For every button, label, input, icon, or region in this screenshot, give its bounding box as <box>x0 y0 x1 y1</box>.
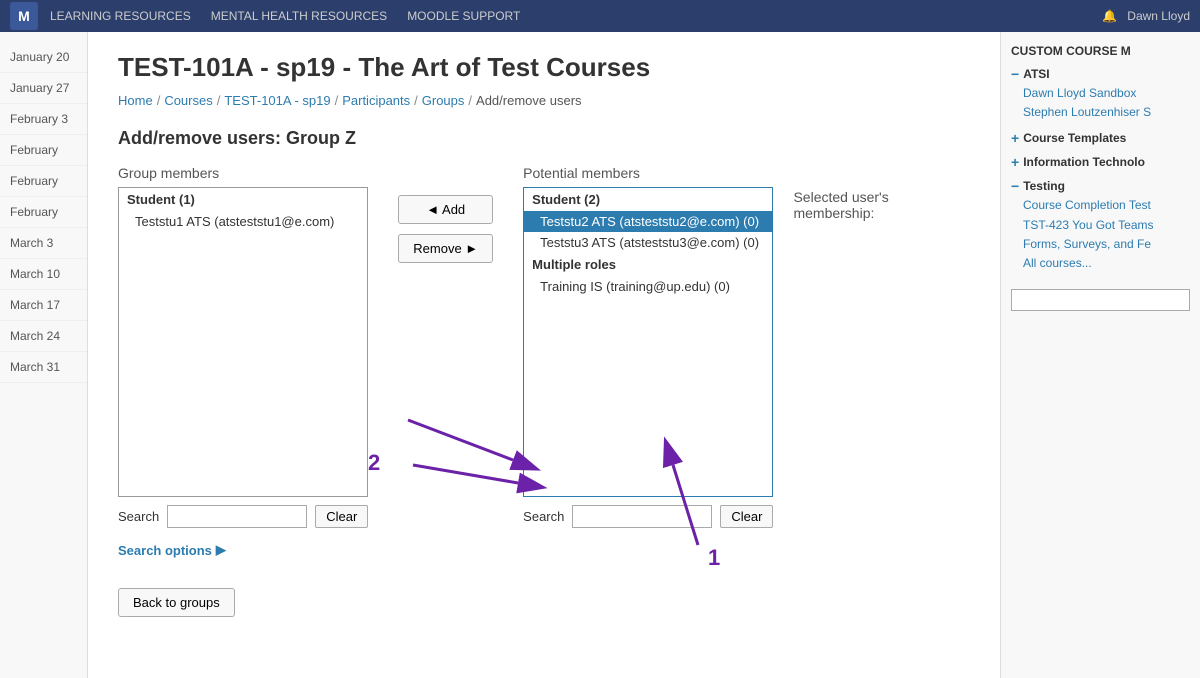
search-right-input[interactable] <box>572 505 712 528</box>
breadcrumb-participants[interactable]: Participants <box>342 93 410 108</box>
search-right-row: Search Clear <box>523 505 773 528</box>
sidebar-item-feb2[interactable]: February <box>0 166 87 197</box>
breadcrumb-groups[interactable]: Groups <box>422 93 465 108</box>
atsi-section-name: − ATSI <box>1011 66 1190 82</box>
action-buttons: ◄ Add Remove ► <box>388 195 503 263</box>
it-label: Information Technolo <box>1023 155 1145 169</box>
nav-moodle-support[interactable]: MOODLE SUPPORT <box>407 9 520 23</box>
search-options-link[interactable]: Search options ▶ <box>118 542 226 558</box>
annotation-2: 2 <box>368 450 380 475</box>
nav-learning-resources[interactable]: LEARNING RESOURCES <box>50 9 191 23</box>
testing-label: Testing <box>1023 179 1065 193</box>
group-members-list[interactable]: Student (1) Teststu1 ATS (atsteststu1@e.… <box>118 187 368 497</box>
search-left-input[interactable] <box>167 505 307 528</box>
potential-members-list[interactable]: Student (2) Teststu2 ATS (atsteststu2@e.… <box>523 187 773 497</box>
user-name[interactable]: Dawn Lloyd <box>1127 9 1190 23</box>
selected-membership-label: Selected user's membership: <box>793 189 973 221</box>
potential-members-label: Potential members <box>523 165 773 181</box>
right-sidebar-search-input[interactable] <box>1011 289 1190 311</box>
sidebar-item-jan27[interactable]: January 27 <box>0 73 87 104</box>
templates-section-name: + Course Templates <box>1011 130 1190 146</box>
testing-link-1[interactable]: TST-423 You Got Teams <box>1011 216 1190 235</box>
breadcrumb: Home / Courses / TEST-101A - sp19 / Part… <box>118 93 970 108</box>
nav-items: LEARNING RESOURCES MENTAL HEALTH RESOURC… <box>50 9 520 23</box>
breadcrumb-sep1: / <box>157 93 161 108</box>
annotation-1: 1 <box>708 545 720 565</box>
breadcrumb-courses[interactable]: Courses <box>164 93 212 108</box>
potential-member-0[interactable]: Teststu2 ATS (atsteststu2@e.com) (0) <box>524 211 772 232</box>
back-to-groups-button[interactable]: Back to groups <box>118 588 235 617</box>
sidebar-item-mar3[interactable]: March 3 <box>0 228 87 259</box>
clear-right-button[interactable]: Clear <box>720 505 773 528</box>
breadcrumb-home[interactable]: Home <box>118 93 153 108</box>
templates-toggle[interactable]: + <box>1011 130 1019 146</box>
group-members-label: Group members <box>118 165 368 181</box>
sidebar-item-feb3b[interactable]: February <box>0 197 87 228</box>
search-options-label: Search options <box>118 543 212 558</box>
logo: M <box>10 2 38 30</box>
clear-left-button[interactable]: Clear <box>315 505 368 528</box>
sidebar-item-mar10[interactable]: March 10 <box>0 259 87 290</box>
testing-link-2[interactable]: Forms, Surveys, and Fe <box>1011 235 1190 254</box>
logo-text: M <box>18 8 30 24</box>
multiple-roles-label: Multiple roles <box>524 253 772 276</box>
atsi-label: ATSI <box>1023 67 1049 81</box>
testing-section-name: − Testing <box>1011 178 1190 194</box>
atsi-link-1[interactable]: Stephen Loutzenhiser S <box>1011 103 1190 122</box>
search-left-row: Search Clear <box>118 505 368 528</box>
left-sidebar: January 20 January 27 February 3 Februar… <box>0 32 88 678</box>
bell-icon[interactable]: 🔔 <box>1102 9 1117 23</box>
groups-area: Group members Student (1) Teststu1 ATS (… <box>118 165 970 558</box>
page-wrapper: January 20 January 27 February 3 Februar… <box>0 0 1200 678</box>
right-sidebar: CUSTOM COURSE M − ATSI Dawn Lloyd Sandbo… <box>1000 32 1200 678</box>
right-sidebar-section-testing: − Testing Course Completion Test TST-423… <box>1011 178 1190 273</box>
search-right-label: Search <box>523 509 564 524</box>
it-section-name: + Information Technolo <box>1011 154 1190 170</box>
group-members-group-label: Student (1) <box>119 188 367 211</box>
testing-link-3[interactable]: All courses... <box>1011 254 1190 273</box>
potential-members-box: Potential members Student (2) Teststu2 A… <box>523 165 773 528</box>
testing-link-0[interactable]: Course Completion Test <box>1011 196 1190 215</box>
templates-label: Course Templates <box>1023 131 1126 145</box>
selected-membership: Selected user's membership: <box>793 165 973 229</box>
breadcrumb-sep5: / <box>468 93 472 108</box>
search-left-label: Search <box>118 509 159 524</box>
sidebar-item-mar31[interactable]: March 31 <box>0 352 87 383</box>
page-title: TEST-101A - sp19 - The Art of Test Cours… <box>118 52 970 83</box>
main-content: TEST-101A - sp19 - The Art of Test Cours… <box>88 32 1000 678</box>
right-sidebar-section-it: + Information Technolo <box>1011 154 1190 170</box>
right-sidebar-heading: CUSTOM COURSE M <box>1011 44 1190 58</box>
breadcrumb-current: Add/remove users <box>476 93 582 108</box>
right-sidebar-section-atsi: − ATSI Dawn Lloyd Sandbox Stephen Loutze… <box>1011 66 1190 122</box>
remove-button[interactable]: Remove ► <box>398 234 493 263</box>
breadcrumb-course[interactable]: TEST-101A - sp19 <box>224 93 330 108</box>
potential-member-multiple-0[interactable]: Training IS (training@up.edu) (0) <box>524 276 772 297</box>
breadcrumb-sep3: / <box>335 93 339 108</box>
breadcrumb-sep2: / <box>217 93 221 108</box>
potential-student-label: Student (2) <box>524 188 772 211</box>
sidebar-item-mar17[interactable]: March 17 <box>0 290 87 321</box>
sidebar-item-jan20[interactable]: January 20 <box>0 42 87 73</box>
chevron-right-icon: ▶ <box>216 542 226 558</box>
add-button[interactable]: ◄ Add <box>398 195 493 224</box>
nav-mental-health[interactable]: MENTAL HEALTH RESOURCES <box>211 9 387 23</box>
atsi-toggle[interactable]: − <box>1011 66 1019 82</box>
group-member-0[interactable]: Teststu1 ATS (atsteststu1@e.com) <box>119 211 367 232</box>
top-nav: M LEARNING RESOURCES MENTAL HEALTH RESOU… <box>0 0 1200 32</box>
user-area: 🔔 Dawn Lloyd <box>1102 9 1190 23</box>
group-members-box: Group members Student (1) Teststu1 ATS (… <box>118 165 368 558</box>
right-sidebar-section-templates: + Course Templates <box>1011 130 1190 146</box>
atsi-link-0[interactable]: Dawn Lloyd Sandbox <box>1011 84 1190 103</box>
sidebar-item-feb3[interactable]: February 3 <box>0 104 87 135</box>
section-title: Add/remove users: Group Z <box>118 128 970 149</box>
breadcrumb-sep4: / <box>414 93 418 108</box>
sidebar-item-feb1[interactable]: February <box>0 135 87 166</box>
potential-member-1[interactable]: Teststu3 ATS (atsteststu3@e.com) (0) <box>524 232 772 253</box>
it-toggle[interactable]: + <box>1011 154 1019 170</box>
sidebar-item-mar24[interactable]: March 24 <box>0 321 87 352</box>
testing-toggle[interactable]: − <box>1011 178 1019 194</box>
